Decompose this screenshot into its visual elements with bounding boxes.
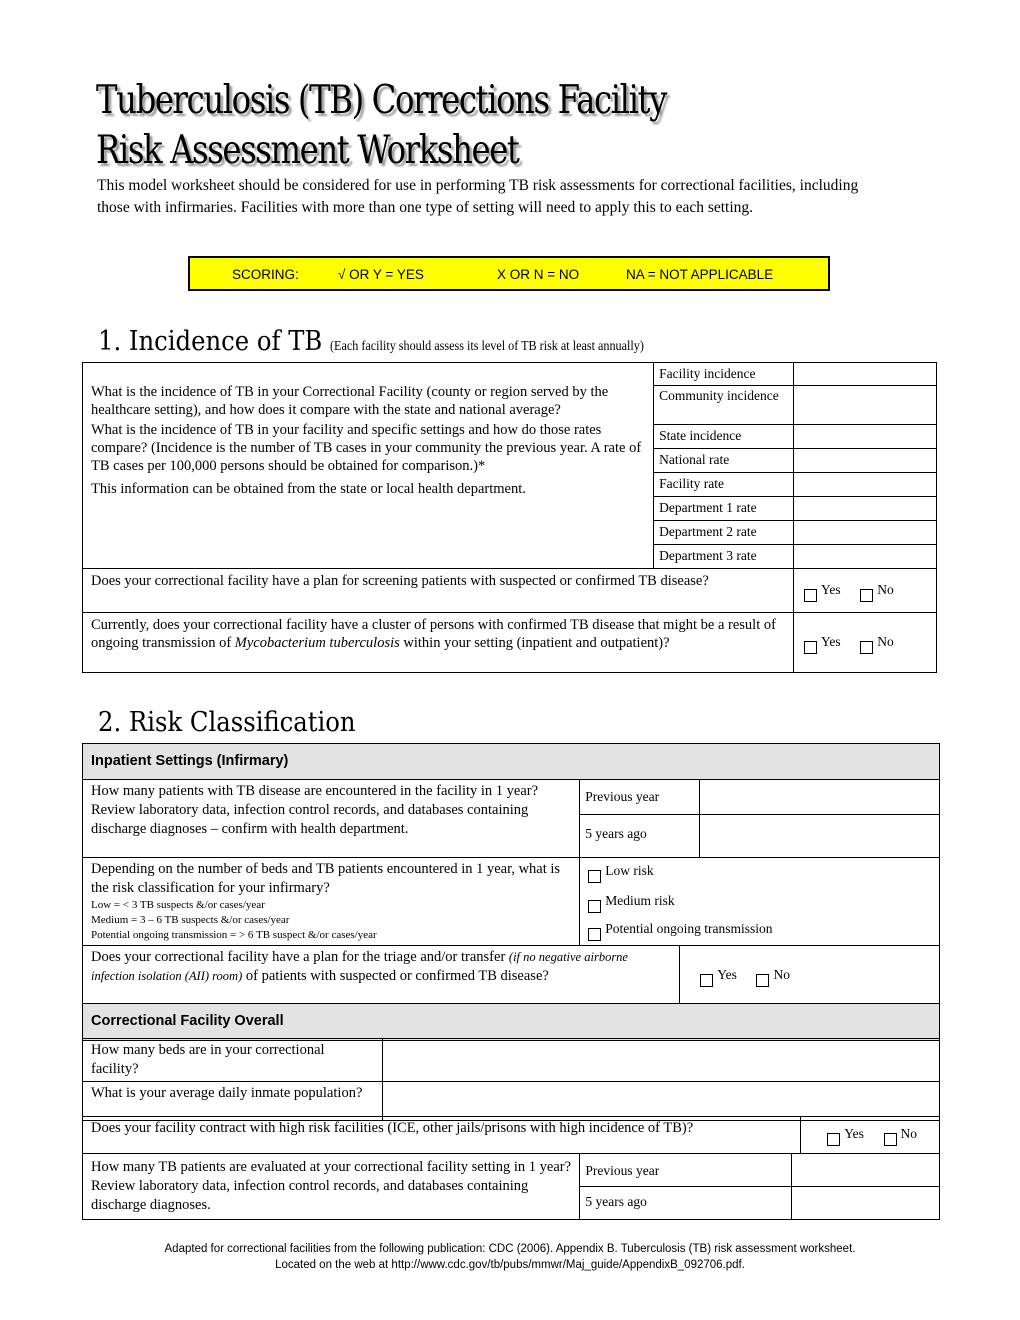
scoring-no: X OR N = NO	[497, 267, 580, 282]
risk-question-cell: Depending on the number of beds and TB p…	[81, 857, 581, 946]
footer-citation: Adapted for correctional facilities from…	[100, 1241, 920, 1273]
scoring-yes: √ OR Y = YES	[338, 267, 424, 282]
risk-options-cell: Low risk Medium risk Potential ongoing t…	[579, 857, 940, 946]
rate-input-department-3[interactable]	[793, 544, 937, 569]
screening-yes-checkbox[interactable]	[804, 589, 818, 602]
rate-label: Department 3 rate	[653, 544, 795, 569]
rate-label: Facility incidence	[653, 362, 795, 386]
risk-option-potential: Potential ongoing transmission	[605, 921, 773, 936]
inpatient-previous-year-input[interactable]	[699, 779, 940, 815]
rate-label: Community incidence	[653, 385, 795, 425]
cluster-question-organism: Mycobacterium tuberculosis	[234, 635, 400, 651]
overall-header: Correctional Facility Overall	[82, 1003, 940, 1041]
evaluated-five-years-ago-input[interactable]	[791, 1186, 940, 1220]
section-1-subheading: (Each facility should assess its level o…	[329, 338, 644, 353]
title-line-1: Tuberculosis (TB) Corrections Facility	[96, 78, 667, 123]
previous-year-label: Previous year	[579, 779, 701, 815]
incidence-question-1: What is the incidence of TB in your Corr…	[91, 384, 609, 418]
risk-potential-definition: Potential ongoing transmission = > 6 TB …	[91, 929, 377, 941]
section-1-title: 1. Incidence of TB	[98, 326, 323, 357]
screening-yes-no: Yes No	[793, 568, 937, 613]
inpatient-header: Inpatient Settings (Infirmary)	[82, 743, 940, 780]
population-input[interactable]	[381, 1081, 941, 1121]
rate-input-department-1[interactable]	[793, 496, 937, 521]
risk-low-checkbox[interactable]	[588, 870, 602, 883]
inpatient-table: Inpatient Settings (Infirmary) How many …	[81, 743, 940, 1041]
triage-yes-no: Yes No	[679, 945, 940, 1004]
previous-year-label: Previous year	[579, 1153, 793, 1187]
contract-question: Does your facility contract with high ri…	[81, 1116, 802, 1154]
encounter-question: How many patients with TB disease are en…	[91, 783, 539, 799]
yes-label: Yes	[821, 582, 841, 597]
incidence-questions-cell: What is the incidence of TB in your Corr…	[81, 362, 655, 569]
contract-table: Does your facility contract with high ri…	[81, 1116, 940, 1154]
triage-no-checkbox[interactable]	[756, 974, 770, 987]
triage-question-text: Does your correctional facility have a p…	[91, 949, 509, 965]
risk-low-definition: Low = < 3 TB suspects &/or cases/year	[91, 899, 265, 911]
rate-label: National rate	[653, 448, 795, 473]
incidence-info-note: This information can be obtained from th…	[91, 481, 526, 497]
rate-input-state-incidence[interactable]	[793, 424, 937, 449]
section-2-heading: 2. Risk Classification	[98, 707, 356, 738]
risk-medium-checkbox[interactable]	[588, 900, 602, 913]
five-years-ago-label: 5 years ago	[579, 814, 701, 858]
overall-table: How many beds are in your correctional f…	[82, 1038, 941, 1121]
triage-question: Does your correctional facility have a p…	[81, 945, 681, 1004]
rate-label: State incidence	[653, 424, 795, 449]
triage-question-text-end: of patients with suspected or confirmed …	[242, 968, 549, 984]
contract-yes-no: Yes No	[800, 1116, 940, 1154]
rate-input-facility-rate[interactable]	[793, 472, 937, 497]
no-label: No	[900, 1126, 918, 1141]
cluster-question: Currently, does your correctional facili…	[81, 612, 795, 673]
incidence-question-2: What is the incidence of TB in your faci…	[91, 422, 642, 474]
evaluated-table: How many TB patients are evaluated at yo…	[81, 1153, 940, 1220]
page-title: Tuberculosis (TB) Corrections Facility R…	[96, 76, 667, 176]
yes-label: Yes	[717, 967, 737, 982]
population-question: What is your average daily inmate popula…	[82, 1081, 383, 1121]
evaluated-question: How many TB patients are evaluated at yo…	[81, 1153, 581, 1220]
rate-label: Department 2 rate	[653, 520, 795, 545]
risk-option-medium: Medium risk	[605, 893, 675, 908]
yes-label: Yes	[844, 1126, 864, 1141]
scoring-label: SCORING:	[232, 267, 299, 282]
scoring-legend: SCORING: √ OR Y = YES X OR N = NO NA = N…	[188, 256, 830, 291]
no-label: No	[877, 634, 894, 649]
encounter-question-cell: How many patients with TB disease are en…	[81, 779, 581, 858]
risk-potential-checkbox[interactable]	[588, 928, 602, 941]
evaluated-previous-year-input[interactable]	[791, 1153, 940, 1187]
risk-medium-definition: Medium = 3 – 6 TB suspects &/or cases/ye…	[91, 914, 290, 926]
rate-input-national-rate[interactable]	[793, 448, 937, 473]
contract-no-checkbox[interactable]	[883, 1133, 897, 1146]
footer-line-1: Adapted for correctional facilities from…	[164, 1243, 856, 1255]
footer-source-link[interactable]: Located on the web at http://www.cdc.gov…	[100, 1257, 920, 1273]
cluster-yes-checkbox[interactable]	[804, 641, 818, 654]
title-line-2: Risk Assessment Worksheet	[96, 128, 520, 173]
inpatient-five-years-ago-input[interactable]	[699, 814, 940, 858]
scoring-na: NA = NOT APPLICABLE	[626, 267, 774, 282]
cluster-question-text-end: within your setting (inpatient and outpa…	[399, 635, 670, 651]
intro-text: This model worksheet should be considere…	[97, 177, 859, 216]
triage-yes-checkbox[interactable]	[700, 974, 714, 987]
rate-input-department-2[interactable]	[793, 520, 937, 545]
contract-yes-checkbox[interactable]	[827, 1133, 841, 1146]
rate-input-community-incidence[interactable]	[793, 385, 937, 425]
yes-label: Yes	[821, 634, 841, 649]
screening-question: Does your correctional facility have a p…	[81, 568, 795, 613]
incidence-table: What is the incidence of TB in your Corr…	[81, 362, 937, 673]
beds-input[interactable]	[381, 1038, 941, 1082]
beds-question: How many beds are in your correctional f…	[82, 1038, 383, 1082]
encounter-review-note: Review laboratory data, infection contro…	[91, 802, 529, 837]
section-1-heading: 1. Incidence of TB (Each facility should…	[98, 326, 644, 362]
screening-no-checkbox[interactable]	[860, 589, 874, 602]
cluster-yes-no: Yes No	[793, 612, 937, 673]
risk-question: Depending on the number of beds and TB p…	[91, 861, 561, 896]
risk-option-low: Low risk	[605, 863, 654, 878]
rate-input-facility-incidence[interactable]	[793, 362, 937, 386]
cluster-no-checkbox[interactable]	[860, 641, 874, 654]
rate-label: Facility rate	[653, 472, 795, 497]
rate-label: Department 1 rate	[653, 496, 795, 521]
no-label: No	[877, 582, 894, 597]
five-years-ago-label: 5 years ago	[579, 1186, 793, 1220]
no-label: No	[773, 967, 790, 982]
